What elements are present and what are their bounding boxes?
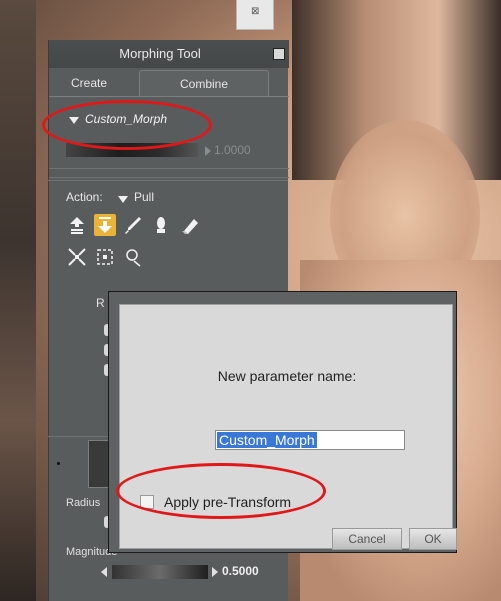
action-dropdown-icon[interactable] xyxy=(118,196,128,203)
viewport-background-left xyxy=(0,0,36,601)
radius-label: Radius xyxy=(66,497,101,509)
ok-button[interactable]: OK xyxy=(409,528,457,550)
tab-combine[interactable]: Combine xyxy=(139,70,269,96)
morph-value-readout: 1.0000 xyxy=(214,143,251,157)
divider xyxy=(49,168,289,169)
decrement-arrow-icon[interactable] xyxy=(101,567,107,577)
close-icon[interactable]: ⊠ xyxy=(251,6,259,17)
action-label: Action: xyxy=(66,190,103,204)
eraser-icon[interactable] xyxy=(178,214,200,236)
magnitude-slider[interactable] xyxy=(112,565,208,579)
close-tab[interactable]: ⊠ xyxy=(236,0,274,30)
increment-arrow-icon[interactable] xyxy=(212,567,218,577)
annotation-highlight-morph xyxy=(42,100,212,150)
sculpt-icon[interactable] xyxy=(150,214,172,236)
action-value[interactable]: Pull xyxy=(134,190,154,204)
panel-header: Morphing Tool xyxy=(49,40,289,68)
tab-create[interactable]: Create xyxy=(49,70,129,96)
shrink-icon[interactable] xyxy=(66,246,88,268)
parameter-name-selection: Custom_Morph xyxy=(217,432,317,448)
dialog-prompt: New parameter name: xyxy=(217,368,357,384)
divider xyxy=(49,177,289,178)
increment-arrow-icon[interactable] xyxy=(205,146,211,156)
frame-icon[interactable] xyxy=(94,246,116,268)
magnitude-value: 0.5000 xyxy=(222,564,259,578)
panel-title: Morphing Tool xyxy=(119,46,201,61)
param-label-truncated: R xyxy=(96,296,105,310)
lasso-icon[interactable] xyxy=(122,246,144,268)
annotation-highlight-checkbox xyxy=(116,463,326,519)
brush-icon[interactable] xyxy=(122,214,144,236)
divider xyxy=(48,180,288,181)
divider xyxy=(48,436,108,437)
panel-menu-button[interactable] xyxy=(273,48,285,60)
cancel-button[interactable]: Cancel xyxy=(332,528,402,550)
pull-icon[interactable] xyxy=(94,214,116,236)
push-icon[interactable] xyxy=(66,214,88,236)
panel-tabs: Create Combine xyxy=(49,70,289,97)
bullet xyxy=(57,462,60,465)
